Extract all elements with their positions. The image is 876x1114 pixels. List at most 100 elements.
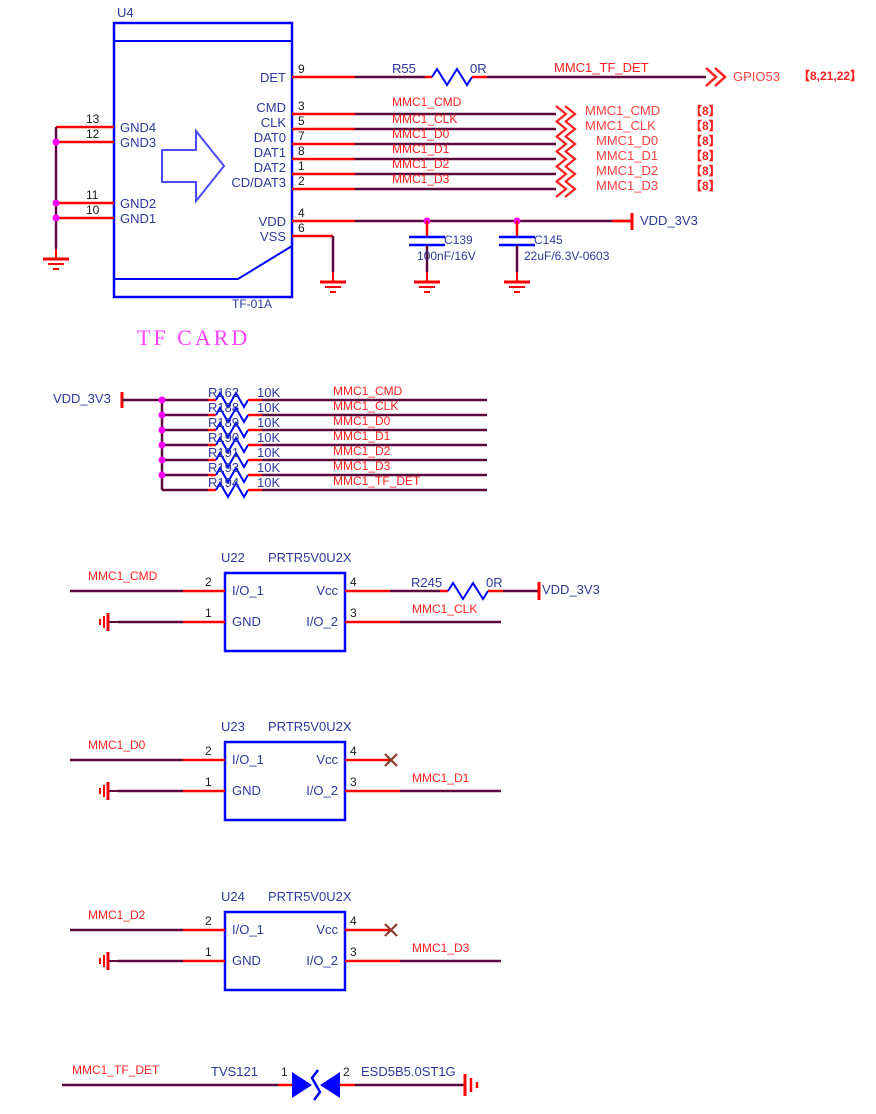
c145-value: 22uF/6.3V-0603	[524, 249, 610, 263]
tvs121-pin-num-1: 1	[281, 1065, 288, 1079]
r55-refdes: R55	[392, 61, 416, 76]
u4-pin-name-dat0: DAT0	[253, 130, 286, 145]
r188-refdes: R188	[208, 400, 240, 415]
net-label-pullup-mmc1-d1: MMC1_D1	[333, 429, 391, 443]
r189-value: 10K	[257, 415, 281, 430]
u4-pin-name-det: DET	[260, 70, 286, 85]
net-label-pullup-mmc1-tf-det: MMC1_TF_DET	[333, 474, 421, 488]
u23-pin-name-vcc: Vcc	[316, 752, 338, 767]
u24-pin-name-gnd: GND	[232, 953, 261, 968]
u4-pin-num-10: 10	[86, 203, 100, 217]
u24-pin-name-io2: I/O_2	[306, 953, 338, 968]
u23-pin-num-2: 2	[205, 744, 212, 758]
sheet-ref-mmc1-d2: 【8】	[690, 164, 721, 178]
u24-part: PRTR5V0U2X	[268, 889, 352, 904]
u22-refdes: U22	[221, 550, 245, 565]
u24-pin-num-4: 4	[350, 914, 357, 928]
r191-refdes: R191	[208, 445, 240, 460]
r188-value: 10K	[257, 400, 281, 415]
det-signal-wire	[292, 67, 727, 87]
u23-pin-num-3: 3	[350, 775, 357, 789]
r162-value: 10K	[257, 385, 281, 400]
sheet-ref-mmc1-d3: 【8】	[690, 179, 721, 193]
u4-pin-num-8: 8	[298, 144, 305, 158]
u4-pin-name-gnd2: GND2	[120, 196, 157, 211]
u22-pin-num-4: 4	[350, 575, 357, 589]
r193-refdes: R193	[208, 460, 240, 475]
r245-value: 0R	[486, 575, 503, 590]
u22-pin-num-1: 1	[205, 606, 212, 620]
u4-pin-name-gnd1: GND1	[120, 211, 157, 226]
wire-label-mmc1-cmd: MMC1_CMD	[392, 95, 462, 109]
u4-pin-num-4: 4	[298, 206, 305, 220]
tvs121-part: ESD5B5.0ST1G	[361, 1064, 456, 1079]
u4-pin-num-2: 2	[298, 174, 305, 188]
u4-refdes: U4	[117, 5, 134, 20]
u22-pin-name-vcc: Vcc	[316, 583, 338, 598]
vss-ground-wire	[292, 234, 348, 294]
u22-part: PRTR5V0U2X	[268, 550, 352, 565]
u22-pin-num-3: 3	[350, 606, 357, 620]
u24-pin-name-vcc: Vcc	[316, 922, 338, 937]
r193-value: 10K	[257, 460, 281, 475]
net-label-pullup-mmc1-d3: MMC1_D3	[333, 459, 391, 473]
c139-refdes: C139	[444, 233, 473, 247]
net-label-mmc1-tf-det: MMC1_TF_DET	[554, 60, 649, 75]
net-label-pullup-mmc1-clk: MMC1_CLK	[333, 399, 399, 413]
sheet-ref-mmc1-cmd: 【8】	[690, 104, 721, 118]
sheet-ref-mmc1-d0: 【8】	[690, 134, 721, 148]
u4-pin-num-12: 12	[86, 127, 100, 141]
tvs121-refdes: TVS121	[211, 1064, 258, 1079]
sheet-ref-gpio53: 【8,21,22】	[798, 69, 863, 83]
r190-refdes: R190	[208, 430, 240, 445]
pullup-network	[120, 390, 487, 500]
u24-refdes: U24	[221, 889, 245, 904]
u4-footprint: TF-01A	[232, 297, 273, 311]
schematic-sheet: U4 TF-01A 13 GND4 12 GND3 11 GND2 10 GND…	[0, 0, 876, 1114]
u22-net-mmc1-cmd: MMC1_CMD	[88, 569, 158, 583]
u4-pin-num-6: 6	[298, 221, 305, 235]
u4-pin-num-3: 3	[298, 99, 305, 113]
r162-refdes: R162	[208, 385, 240, 400]
u23-net-mmc1-d1: MMC1_D1	[412, 771, 470, 785]
u23-pin-name-gnd: GND	[232, 783, 261, 798]
c145-refdes: C145	[534, 233, 563, 247]
u24-pin-num-3: 3	[350, 945, 357, 959]
u4-pin-num-11: 11	[86, 188, 99, 202]
u23-pin-name-io2: I/O_2	[306, 783, 338, 798]
r190-value: 10K	[257, 430, 281, 445]
u4-pin-name-dat2: DAT2	[253, 160, 286, 175]
port-mmc1-cmd: MMC1_CMD	[585, 103, 661, 118]
power-port-vdd3v3-top: VDD_3V3	[640, 213, 698, 228]
u4-pin-name-cmd: CMD	[256, 100, 286, 115]
u22-net-mmc1-clk: MMC1_CLK	[412, 602, 478, 616]
r194-refdes: R194	[208, 475, 240, 490]
u24-net-mmc1-d3: MMC1_D3	[412, 941, 470, 955]
u4-pin-name-gnd3: GND3	[120, 135, 157, 150]
u4-pin-name-clk: CLK	[260, 115, 286, 130]
u24-pin-num-2: 2	[205, 914, 212, 928]
port-mmc1-d3: MMC1_D3	[596, 178, 659, 193]
u22-pin-name-gnd: GND	[232, 614, 261, 629]
u4-ground-wires	[41, 125, 114, 271]
net-label-pullup-mmc1-cmd: MMC1_CMD	[333, 384, 403, 398]
u24-pin-num-1: 1	[205, 945, 212, 959]
u4-pin-name-dat1: DAT1	[253, 145, 286, 160]
sheet-ref-mmc1-clk: 【8】	[690, 119, 721, 133]
sheet-title: TF CARD	[137, 325, 251, 350]
u4-pin-name-gnd4: GND4	[120, 120, 157, 135]
net-label-pullup-mmc1-d0: MMC1_D0	[333, 414, 391, 428]
port-mmc1-d0: MMC1_D0	[596, 133, 659, 148]
power-port-vdd3v3-pullups: VDD_3V3	[53, 391, 111, 406]
u4-pin-num-9: 9	[298, 62, 305, 76]
r191-value: 10K	[257, 445, 281, 460]
u23-pin-num-4: 4	[350, 744, 357, 758]
wire-label-mmc1-d3: MMC1_D3	[392, 172, 450, 186]
power-port-vdd3v3-u22: VDD_3V3	[542, 582, 600, 597]
wire-label-mmc1-d0: MMC1_D0	[392, 127, 450, 141]
u24-net-mmc1-d2: MMC1_D2	[88, 908, 146, 922]
r189-refdes: R189	[208, 415, 240, 430]
port-mmc1-d1: MMC1_D1	[596, 148, 659, 163]
u4-pin-name-vdd: VDD	[258, 214, 286, 229]
u23-pin-num-1: 1	[205, 775, 212, 789]
